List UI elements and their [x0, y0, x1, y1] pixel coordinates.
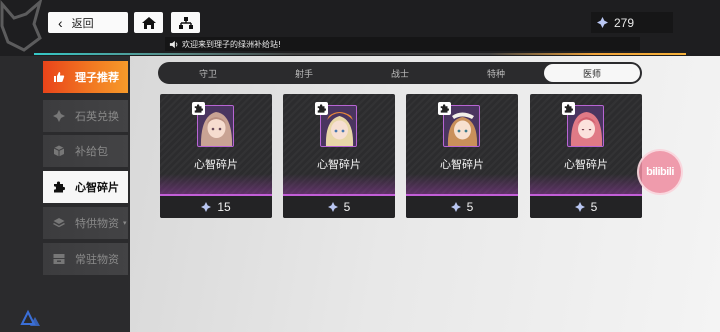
price-value: 5: [343, 200, 351, 214]
class-tab-bar: 守卫 射手 战士 特种 医师: [158, 62, 642, 84]
puzzle-icon: [438, 102, 451, 115]
puzzle-icon: [315, 102, 328, 115]
sidebar-item-label: 常驻物资: [75, 253, 119, 266]
storage-icon: [53, 253, 65, 265]
sidebar-item-label: 补给包: [75, 145, 108, 158]
sidebar-item-lizi-recommend[interactable]: 理子推荐: [43, 61, 128, 93]
currency-amount: 279: [614, 15, 635, 30]
home-button[interactable]: [134, 12, 163, 33]
shop-item-card[interactable]: 心智碎片 15: [160, 94, 272, 218]
quartz-icon: [53, 110, 65, 122]
fox-logo-icon: [0, 0, 42, 52]
quartz-currency-display: 279: [591, 12, 673, 33]
sitemap-icon: [178, 16, 193, 29]
chevron-left-icon: ‹: [58, 14, 63, 31]
thumbs-up-icon: [53, 71, 65, 83]
item-name: 心智碎片: [317, 158, 361, 171]
tab-shooter[interactable]: 射手: [256, 64, 352, 82]
layers-icon: [53, 217, 65, 229]
sidebar-item-permanent-supply[interactable]: 常驻物资: [43, 243, 128, 275]
back-label: 返回: [71, 17, 94, 30]
header-accent-line: [34, 53, 686, 55]
home-icon: [141, 16, 156, 29]
quartz-icon: [450, 202, 461, 212]
shop-item-card[interactable]: 心智碎片 5: [530, 94, 642, 218]
item-price: 5: [530, 196, 642, 218]
sidebar-item-special-supply[interactable]: 特供物资 ▾: [43, 207, 128, 239]
item-price: 15: [160, 196, 272, 218]
price-value: 5: [466, 200, 474, 214]
bilibili-watermark: bilibili: [637, 149, 683, 195]
active-indicator-stripe: [43, 186, 128, 194]
item-name: 心智碎片: [564, 158, 608, 171]
triangle-logo-icon: [20, 309, 40, 326]
item-name: 心智碎片: [194, 158, 238, 171]
sidebar-item-label: 理子推荐: [75, 71, 119, 84]
quartz-icon: [597, 17, 608, 28]
tab-specialist[interactable]: 特种: [448, 64, 544, 82]
item-name: 心智碎片: [440, 158, 484, 171]
top-bar: ‹ 返回 279 欢迎来到理子的绿洲补给站!: [0, 0, 720, 56]
caret-down-icon: ▾: [123, 219, 127, 227]
puzzle-icon: [562, 102, 575, 115]
sitemap-button[interactable]: [171, 12, 200, 33]
sidebar-item-quartz-exchange[interactable]: 石英兑换: [43, 100, 128, 132]
puzzle-icon: [192, 102, 205, 115]
package-icon: [53, 145, 65, 157]
notice-bar: 欢迎来到理子的绿洲补给站!: [165, 37, 640, 51]
shop-item-card[interactable]: 心智碎片 5: [406, 94, 518, 218]
quartz-icon: [574, 202, 585, 212]
item-price: 5: [283, 196, 395, 218]
item-price: 5: [406, 196, 518, 218]
speaker-icon: [169, 40, 178, 48]
quartz-icon: [201, 202, 212, 212]
notice-text: 欢迎来到理子的绿洲补给站!: [182, 39, 282, 49]
tab-guard[interactable]: 守卫: [160, 64, 256, 82]
sidebar-item-supply-pack[interactable]: 补给包: [43, 135, 128, 167]
price-value: 15: [217, 200, 231, 214]
back-button[interactable]: ‹ 返回: [48, 12, 128, 33]
price-value: 5: [590, 200, 598, 214]
watermark-text: bilibili: [646, 166, 674, 178]
tab-warrior[interactable]: 战士: [352, 64, 448, 82]
quartz-icon: [327, 202, 338, 212]
shop-item-card[interactable]: 心智碎片 5: [283, 94, 395, 218]
sidebar-item-label: 石英兑换: [75, 110, 119, 123]
tab-medic[interactable]: 医师: [544, 64, 640, 82]
sidebar-item-label: 特供物资: [75, 217, 119, 230]
